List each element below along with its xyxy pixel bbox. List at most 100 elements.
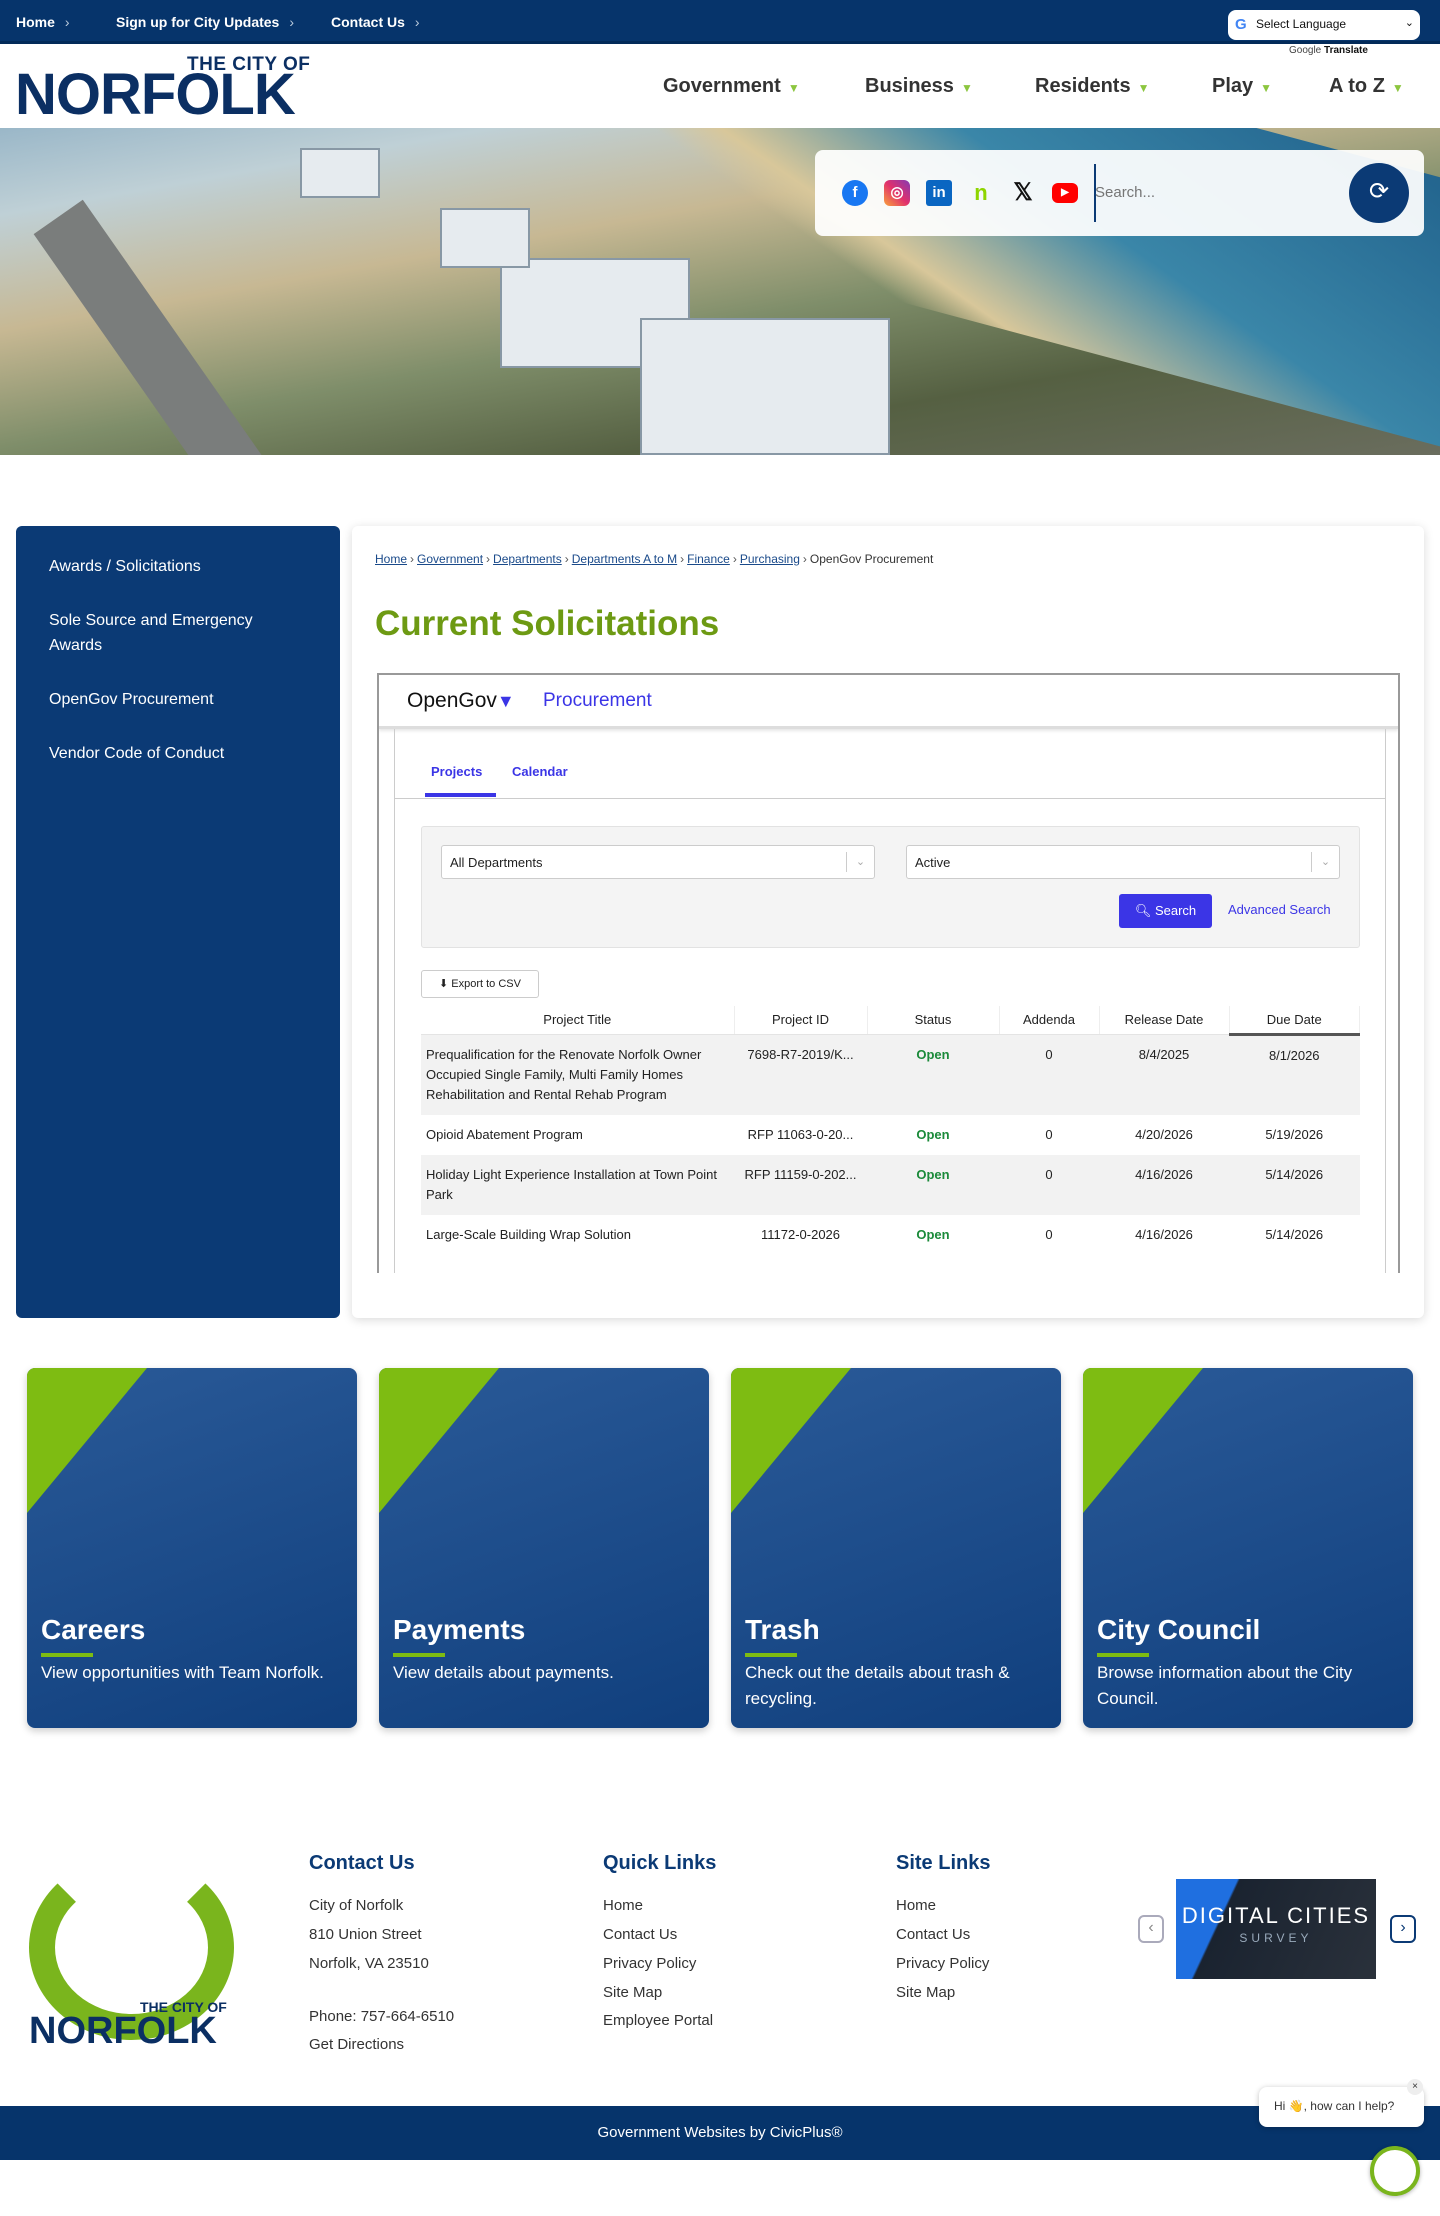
chat-avatar-button[interactable]: [1370, 2146, 1420, 2196]
footer-site-link[interactable]: Home: [896, 1897, 936, 1914]
google-translate-credit[interactable]: Google Translate: [1289, 45, 1368, 56]
nav-government[interactable]: Government ▼: [663, 75, 800, 98]
nav-label: Play: [1212, 75, 1254, 97]
filter-panel: All Departments ⌄ Active ⌄ 🔍︎ Search Advan…: [421, 826, 1360, 948]
column-header-addenda[interactable]: Addenda: [999, 1006, 1100, 1035]
breadcrumb-departments-a-m[interactable]: Departments A to M: [572, 552, 677, 566]
youtube-icon[interactable]: ▶: [1052, 183, 1078, 203]
status-select[interactable]: Active ⌄: [906, 845, 1340, 879]
sidebar-item-opengov[interactable]: OpenGov Procurement: [49, 687, 309, 712]
cell-release: 4/20/2026: [1135, 1126, 1193, 1142]
projects-table: Project Title Project ID Status Addenda …: [421, 1006, 1360, 1255]
digital-cities-award[interactable]: DIGITAL CITIES SURVEY: [1176, 1879, 1376, 1979]
top-link-home[interactable]: Home ›: [16, 14, 70, 30]
close-icon: ×: [1412, 2081, 1418, 2092]
search-icon: ⟳: [1368, 178, 1390, 205]
sidebar-item-sole-source[interactable]: Sole Source and Emergency Awards: [49, 608, 309, 658]
cell-title[interactable]: Opioid Abatement Program: [421, 1115, 734, 1155]
cell-due: 5/14/2026: [1265, 1226, 1324, 1242]
footer-quick-link[interactable]: Employee Portal: [603, 2012, 713, 2029]
cell-title[interactable]: Large-Scale Building Wrap Solution: [421, 1215, 734, 1255]
breadcrumb-government[interactable]: Government: [417, 552, 483, 566]
opengov-search-button[interactable]: 🔍︎ Search: [1119, 894, 1212, 928]
civicplus-credit-link[interactable]: Government Websites by CivicPlus®: [597, 2124, 842, 2141]
x-icon[interactable]: 𝕏: [1010, 180, 1036, 206]
nav-business[interactable]: Business ▼: [865, 75, 973, 98]
cell-due: 5/19/2026: [1265, 1126, 1324, 1142]
card-description: View details about payments.: [393, 1663, 614, 1682]
instagram-icon[interactable]: ◎: [884, 180, 910, 206]
footer-directions-link[interactable]: Get Directions: [309, 2036, 404, 2053]
footer-quick-link[interactable]: Contact Us: [603, 1926, 677, 1943]
language-select[interactable]: G Select Language ⌄: [1228, 10, 1420, 40]
nav-residents[interactable]: Residents ▼: [1035, 75, 1149, 98]
footer-contact-heading: Contact Us: [309, 1852, 415, 1874]
footer-phone[interactable]: Phone: 757-664-6510: [309, 2008, 454, 2025]
footer-site-link[interactable]: Contact Us: [896, 1926, 970, 1943]
footer-quick-link[interactable]: Home: [603, 1897, 643, 1914]
top-link-label: Sign up for City Updates: [116, 14, 280, 30]
facebook-icon[interactable]: f: [842, 180, 868, 206]
column-header-status[interactable]: Status: [867, 1006, 1000, 1035]
carousel-prev-button[interactable]: ‹: [1138, 1915, 1164, 1943]
footer-quick-link[interactable]: Site Map: [603, 1984, 662, 2001]
table-row[interactable]: Prequalification for the Renovate Norfol…: [421, 1034, 1360, 1115]
breadcrumb-finance[interactable]: Finance: [687, 552, 730, 566]
footer-quick-link[interactable]: Privacy Policy: [603, 1955, 696, 1972]
carousel-next-button[interactable]: ›: [1390, 1915, 1416, 1943]
column-header-title[interactable]: Project Title: [421, 1006, 735, 1035]
city-logo[interactable]: THE CITY OF NORFOLK: [15, 54, 345, 124]
breadcrumb-purchasing[interactable]: Purchasing: [740, 552, 800, 566]
tab-calendar[interactable]: Calendar: [512, 764, 568, 779]
table-row[interactable]: Opioid Abatement Program RFP 11063-0-20..…: [421, 1115, 1360, 1155]
cell-addenda: 0: [1045, 1226, 1053, 1242]
nav-a-to-z[interactable]: A to Z ▼: [1329, 75, 1404, 98]
sidebar-item-vendor-code[interactable]: Vendor Code of Conduct: [49, 741, 309, 766]
tab-projects[interactable]: Projects: [431, 764, 482, 779]
top-link-contact[interactable]: Contact Us ›: [331, 14, 420, 30]
nav-play[interactable]: Play ▼: [1212, 75, 1272, 98]
chat-close-button[interactable]: ×: [1407, 2079, 1423, 2095]
caret-down-icon: ▼: [1137, 81, 1150, 95]
card-accent: [731, 1368, 851, 1513]
footer-site-link[interactable]: Privacy Policy: [896, 1955, 989, 1972]
cell-title[interactable]: Holiday Light Experience Installation at…: [421, 1154, 734, 1215]
nextdoor-icon[interactable]: n: [968, 180, 994, 206]
card-accent: [1083, 1368, 1203, 1513]
breadcrumb-home[interactable]: Home: [375, 552, 407, 566]
footer-site-heading: Site Links: [896, 1852, 991, 1874]
card-underline: [1097, 1653, 1149, 1657]
card-payments[interactable]: Payments View details about payments.: [379, 1368, 709, 1728]
table-row[interactable]: Large-Scale Building Wrap Solution 11172-…: [421, 1215, 1360, 1255]
advanced-search-link[interactable]: Advanced Search: [1228, 902, 1331, 917]
opengov-brand: OpenGov: [407, 689, 497, 712]
cell-id: RFP 11063-0-20...: [747, 1126, 854, 1142]
footer-logo[interactable]: THE CITY OF NORFOLK: [27, 1835, 239, 2052]
top-link-signup[interactable]: Sign up for City Updates ›: [116, 14, 294, 30]
card-trash[interactable]: Trash Check out the details about trash &…: [731, 1368, 1061, 1728]
search-button[interactable]: ⟳: [1349, 163, 1409, 223]
site-search-input[interactable]: [1095, 174, 1325, 210]
breadcrumb-departments[interactable]: Departments: [493, 552, 562, 566]
footer-site-link[interactable]: Site Map: [896, 1984, 955, 2001]
column-header-release[interactable]: Release Date: [1099, 1006, 1230, 1035]
export-csv-button[interactable]: ⬇ Export to CSV: [421, 970, 539, 998]
sidebar-item-awards[interactable]: Awards / Solicitations: [49, 554, 309, 579]
top-link-label: Home: [16, 14, 55, 30]
caret-down-icon: ▼: [1260, 81, 1273, 95]
card-careers[interactable]: Careers View opportunities with Team Norf…: [27, 1368, 357, 1728]
card-accent: [27, 1368, 147, 1513]
column-header-due[interactable]: Due Date: [1229, 1006, 1360, 1036]
card-city-council[interactable]: City Council Browse information about the…: [1083, 1368, 1413, 1728]
table-row[interactable]: Holiday Light Experience Installation at…: [421, 1154, 1360, 1215]
cell-release: 4/16/2026: [1099, 1154, 1229, 1215]
chat-bubble[interactable]: Hi 👋, how can I help?: [1259, 2087, 1424, 2127]
department-select[interactable]: All Departments ⌄: [441, 845, 875, 879]
linkedin-icon[interactable]: in: [926, 180, 952, 206]
cell-title[interactable]: Prequalification for the Renovate Norfol…: [421, 1034, 734, 1115]
cell-status: Open: [867, 1034, 999, 1115]
opengov-header: OpenGov▼ Procurement: [379, 675, 1398, 729]
column-header-id[interactable]: Project ID: [734, 1006, 868, 1035]
chevron-down-icon: ⌄: [1311, 852, 1339, 872]
active-tab-indicator: [425, 793, 496, 797]
